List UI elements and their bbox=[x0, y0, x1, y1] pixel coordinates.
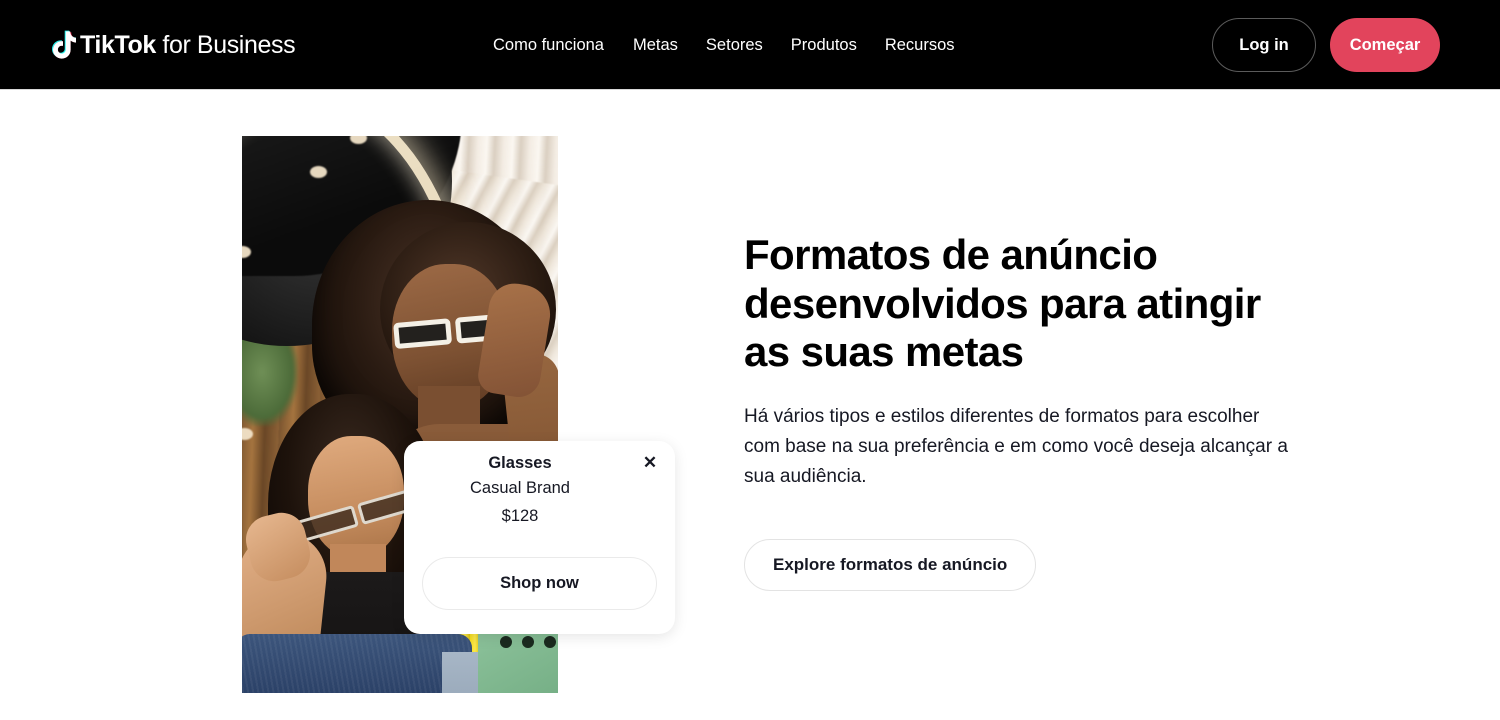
hero-section: Glasses ✕ Casual Brand $128 Shop now For… bbox=[0, 91, 1500, 720]
hero-copy: Formatos de anúncio desenvolvidos para a… bbox=[744, 231, 1314, 591]
page-title: Formatos de anúncio desenvolvidos para a… bbox=[744, 231, 1261, 375]
brand-light-text: for Business bbox=[155, 30, 296, 59]
denim-jeans bbox=[242, 634, 472, 693]
nav-item-setores[interactable]: Setores bbox=[706, 37, 791, 54]
product-card[interactable]: Glasses ✕ Casual Brand $128 Shop now bbox=[404, 441, 675, 634]
tiktok-note-icon bbox=[52, 30, 76, 59]
nav-item-como-funciona[interactable]: Como funciona bbox=[493, 37, 633, 54]
login-button[interactable]: Log in bbox=[1212, 18, 1316, 72]
nav-item-produtos[interactable]: Produtos bbox=[791, 37, 885, 54]
product-brand: Casual Brand bbox=[470, 479, 570, 497]
close-icon[interactable]: ✕ bbox=[641, 453, 659, 471]
phone-camera-lens bbox=[522, 636, 534, 648]
product-title: Glasses bbox=[488, 454, 552, 472]
shop-now-button[interactable]: Shop now bbox=[422, 557, 657, 610]
get-started-button[interactable]: Começar bbox=[1330, 18, 1440, 72]
nav-item-metas[interactable]: Metas bbox=[633, 37, 706, 54]
phone-camera-lens bbox=[500, 636, 512, 648]
site-header: TikTok for Business Como funciona Metas … bbox=[0, 0, 1500, 90]
nav-item-recursos[interactable]: Recursos bbox=[885, 37, 983, 54]
phone-camera-lens bbox=[544, 636, 556, 648]
brand-bold-text: TikTok bbox=[80, 30, 156, 59]
ring-light-bulb bbox=[310, 166, 327, 178]
hero-description: Há vários tipos e estilos diferentes de … bbox=[744, 405, 1288, 487]
tiktok-for-business-logo[interactable]: TikTok for Business bbox=[50, 23, 296, 67]
explore-ad-formats-button[interactable]: Explore formatos de anúncio bbox=[744, 538, 1037, 591]
primary-navigation: Como funciona Metas Setores Produtos Rec… bbox=[493, 0, 983, 90]
product-price: $128 bbox=[501, 507, 539, 525]
sunglass-lens bbox=[393, 318, 452, 350]
header-auth-actions: Log in Começar bbox=[1212, 0, 1440, 90]
brand-wordmark: TikTok for Business bbox=[80, 30, 296, 59]
